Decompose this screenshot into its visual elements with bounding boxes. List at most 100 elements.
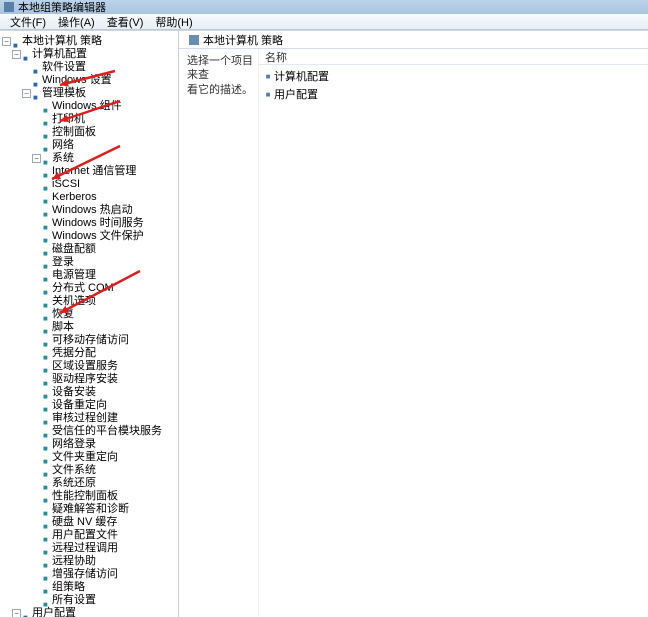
tree-node-label: 组策略	[52, 581, 85, 594]
spacer	[32, 206, 41, 215]
tree-node[interactable]: ■性能控制面板	[0, 490, 178, 503]
tree-node[interactable]: ■系统还原	[0, 477, 178, 490]
tree-node[interactable]: ■远程协助	[0, 555, 178, 568]
tree-node[interactable]: ■疑难解答和诊断	[0, 503, 178, 516]
collapse-icon[interactable]: −	[12, 609, 21, 617]
tree-node[interactable]: ■远程过程调用	[0, 542, 178, 555]
folder-icon: ■	[43, 533, 49, 539]
tree-node-label: 系统还原	[52, 477, 96, 490]
description-column: 选择一个项目来查 看它的描述。	[179, 49, 259, 617]
tree-node[interactable]: ■组策略	[0, 581, 178, 594]
tree-node[interactable]: ■Kerberos	[0, 191, 178, 204]
spacer	[32, 336, 41, 345]
tree-node-label: 恢复	[52, 308, 74, 321]
tree-node-label: 网络	[52, 139, 74, 152]
folder-icon: ■	[43, 455, 49, 461]
tree-node-label: 远程协助	[52, 555, 96, 568]
tree-node[interactable]: ■软件设置	[0, 61, 178, 74]
list-item[interactable]: ■用户配置	[263, 85, 644, 103]
details-header: 本地计算机 策略	[179, 31, 648, 49]
collapse-icon[interactable]: −	[12, 50, 21, 59]
tree-node[interactable]: ■所有设置	[0, 594, 178, 607]
spacer	[32, 479, 41, 488]
folder-icon: ■	[43, 468, 49, 474]
tree-node[interactable]: ■Windows 设置	[0, 74, 178, 87]
tree-node-label: 文件系统	[52, 464, 96, 477]
tree-node[interactable]: ■可移动存储访问	[0, 334, 178, 347]
spacer	[32, 193, 41, 202]
column-header-name[interactable]: 名称	[259, 49, 648, 65]
spacer	[32, 401, 41, 410]
tree-node[interactable]: ■恢复	[0, 308, 178, 321]
collapse-icon[interactable]: −	[22, 89, 31, 98]
nav-tree[interactable]: −■本地计算机 策略−■计算机配置■软件设置■Windows 设置−■管理模板■…	[0, 31, 179, 617]
tree-node[interactable]: ■审核过程创建	[0, 412, 178, 425]
menu-action[interactable]: 操作(A)	[52, 14, 101, 30]
tree-node[interactable]: ■设备重定向	[0, 399, 178, 412]
details-header-text: 本地计算机 策略	[203, 32, 283, 48]
tree-node[interactable]: ■控制面板	[0, 126, 178, 139]
tree-node-label: 区域设置服务	[52, 360, 118, 373]
tree-node-label: 审核过程创建	[52, 412, 118, 425]
folder-icon: ■	[43, 208, 49, 214]
tree-node[interactable]: ■iSCSI	[0, 178, 178, 191]
tree-node[interactable]: ■Windows 文件保护	[0, 230, 178, 243]
folder-icon: ■	[43, 546, 49, 552]
tree-node[interactable]: ■Windows 时间服务	[0, 217, 178, 230]
tree-node[interactable]: −■计算机配置	[0, 48, 178, 61]
spacer	[32, 141, 41, 150]
tree-node[interactable]: ■脚本	[0, 321, 178, 334]
tree-node-label: 文件夹重定向	[52, 451, 118, 464]
tree-node[interactable]: ■分布式 COM	[0, 282, 178, 295]
root-icon: ■	[13, 39, 19, 45]
folder-icon: ■	[43, 156, 49, 162]
tree-node[interactable]: −■用户配置	[0, 607, 178, 617]
tree-node[interactable]: ■Windows 热启动	[0, 204, 178, 217]
tree-node-label: 本地计算机 策略	[22, 35, 102, 48]
folder-icon: ■	[43, 195, 49, 201]
tree-node-label: 网络登录	[52, 438, 96, 451]
tree-node-label: Internet 通信管理	[52, 165, 136, 178]
menu-file[interactable]: 文件(F)	[4, 14, 52, 30]
tree-node[interactable]: ■受信任的平台模块服务	[0, 425, 178, 438]
tree-node[interactable]: ■用户配置文件	[0, 529, 178, 542]
tree-node[interactable]: ■电源管理	[0, 269, 178, 282]
folder-icon: ■	[43, 585, 49, 591]
tree-node[interactable]: ■凭据分配	[0, 347, 178, 360]
tree-node[interactable]: −■管理模板	[0, 87, 178, 100]
list-item[interactable]: ■计算机配置	[263, 67, 644, 85]
folder-icon: ■	[43, 299, 49, 305]
folder-icon: ■	[43, 442, 49, 448]
tree-node[interactable]: ■文件夹重定向	[0, 451, 178, 464]
menu-help[interactable]: 帮助(H)	[149, 14, 198, 30]
tree-node[interactable]: ■Internet 通信管理	[0, 165, 178, 178]
folder-icon: ■	[33, 65, 39, 71]
tree-node[interactable]: ■Windows 组件	[0, 100, 178, 113]
collapse-icon[interactable]: −	[32, 154, 41, 163]
tree-node[interactable]: ■打印机	[0, 113, 178, 126]
tree-node-label: Windows 文件保护	[52, 230, 144, 243]
spacer	[32, 492, 41, 501]
tree-node[interactable]: ■登录	[0, 256, 178, 269]
tree-node-label: 脚本	[52, 321, 74, 334]
tree-node[interactable]: ■硬盘 NV 缓存	[0, 516, 178, 529]
tree-node[interactable]: ■文件系统	[0, 464, 178, 477]
tree-node[interactable]: ■驱动程序安装	[0, 373, 178, 386]
tree-node[interactable]: ■增强存储访问	[0, 568, 178, 581]
tree-node[interactable]: ■网络	[0, 139, 178, 152]
spacer	[32, 505, 41, 514]
tree-node[interactable]: ■关机选项	[0, 295, 178, 308]
folder-icon: ■	[43, 494, 49, 500]
tree-node-label: 性能控制面板	[52, 490, 118, 503]
tree-node[interactable]: ■网络登录	[0, 438, 178, 451]
menu-view[interactable]: 查看(V)	[101, 14, 150, 30]
tree-node[interactable]: −■系统	[0, 152, 178, 165]
app-icon	[4, 2, 14, 12]
tree-node-label: 可移动存储访问	[52, 334, 129, 347]
collapse-icon[interactable]: −	[2, 37, 11, 46]
tree-node[interactable]: −■本地计算机 策略	[0, 35, 178, 48]
spacer	[32, 128, 41, 137]
tree-node[interactable]: ■设备安装	[0, 386, 178, 399]
tree-node[interactable]: ■磁盘配额	[0, 243, 178, 256]
tree-node[interactable]: ■区域设置服务	[0, 360, 178, 373]
